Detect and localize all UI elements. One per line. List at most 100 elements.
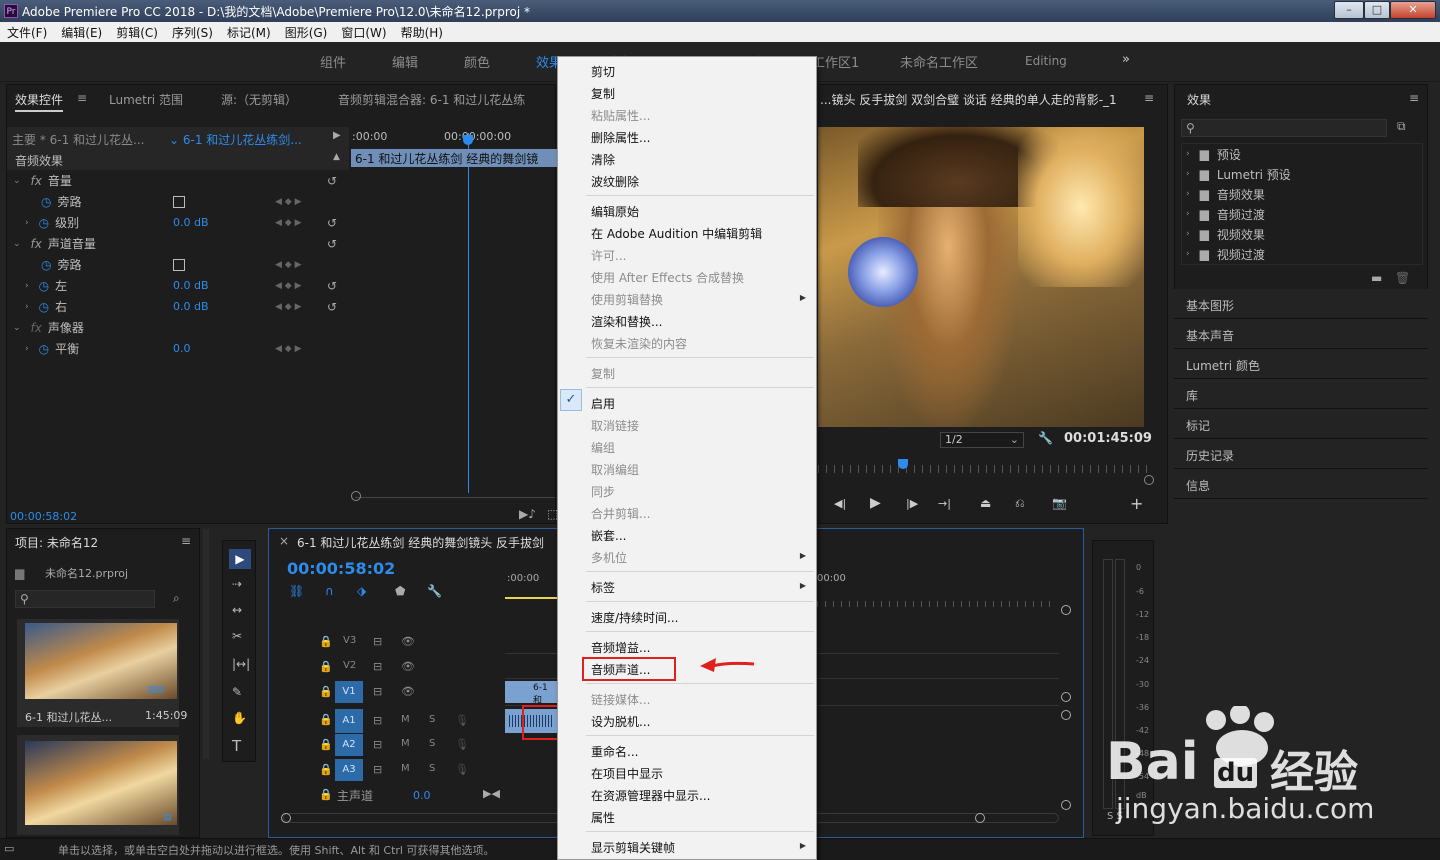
program-timecode[interactable]: 00:01:45:09: [1064, 431, 1152, 446]
reset-icon[interactable]: ↺: [327, 174, 337, 188]
lock-icon[interactable]: 🔒: [319, 788, 333, 801]
tab-effect-controls[interactable]: 效果控件: [15, 91, 64, 112]
track-label-a1[interactable]: A1: [335, 709, 363, 733]
track-label-v2[interactable]: V2: [343, 660, 356, 671]
track-label-v1[interactable]: V1: [335, 681, 363, 703]
ec-timecode[interactable]: 00:00:58:02: [10, 510, 77, 523]
master-track-value[interactable]: 0.0: [413, 789, 431, 802]
ec-playhead[interactable]: [468, 133, 469, 493]
solo-button[interactable]: S: [429, 714, 435, 725]
timeline-v-scroll-mid2[interactable]: [1061, 710, 1071, 720]
pen-tool-icon[interactable]: ✎: [232, 685, 242, 699]
sync-lock-icon[interactable]: ⊟: [373, 763, 382, 776]
panel-lumetri-color[interactable]: Lumetri 颜色: [1174, 349, 1428, 379]
menu-file[interactable]: 文件(F): [0, 24, 54, 41]
bypass-checkbox[interactable]: [173, 258, 185, 271]
nest-icon[interactable]: ⛓: [289, 584, 304, 598]
context-menu-item[interactable]: 在资源管理器中显示...: [591, 787, 710, 804]
lock-icon[interactable]: 🔒: [319, 685, 333, 698]
context-menu-item[interactable]: 渲染和替换...: [591, 313, 662, 330]
lock-icon[interactable]: 🔒: [319, 660, 333, 673]
menu-sequence[interactable]: 序列(S): [165, 24, 220, 41]
keyframe-nav-icon[interactable]: ◀ ◆ ▶: [275, 218, 302, 228]
expand-chevron-icon[interactable]: ›: [25, 344, 29, 354]
context-menu-item[interactable]: 在 Adobe Audition 中编辑剪辑: [591, 225, 762, 242]
mic-icon[interactable]: 🎙: [455, 763, 469, 776]
panel-essential-graphics[interactable]: 基本图形: [1174, 289, 1428, 319]
context-menu-item[interactable]: 清除: [591, 151, 615, 168]
hand-tool-icon[interactable]: ✋: [232, 711, 247, 725]
collapse-icon[interactable]: ▲: [333, 152, 340, 162]
ripple-edit-tool-icon[interactable]: ↔: [232, 603, 242, 617]
context-menu-item[interactable]: 音频增益...: [591, 639, 650, 656]
program-scroll-handle[interactable]: [1144, 475, 1154, 485]
track-label-a3[interactable]: A3: [335, 759, 363, 781]
context-menu-item[interactable]: 标签: [591, 579, 615, 596]
work-area-bar[interactable]: [505, 597, 557, 599]
param-row-level[interactable]: › ◷ 级别 0.0 dB ◀ ◆ ▶ ↺: [7, 212, 347, 233]
step-forward-icon[interactable]: |▶: [906, 497, 918, 510]
menu-help[interactable]: 帮助(H): [394, 24, 450, 41]
context-menu-item[interactable]: 在项目中显示: [591, 765, 663, 782]
param-row-bypass[interactable]: ◷ 旁路 ◀ ◆ ▶: [7, 191, 347, 212]
find-icon[interactable]: ⌕: [173, 591, 180, 606]
keyframe-nav-icon[interactable]: ◀ ◆ ▶: [275, 281, 302, 291]
extract-icon[interactable]: ⎌: [1015, 496, 1025, 511]
clip-dropdown[interactable]: ⌄ 6-1 和过儿花丛练剑...: [169, 131, 302, 148]
tab-lumetri-scopes[interactable]: Lumetri 范围: [109, 91, 183, 108]
stopwatch-icon[interactable]: ◷: [39, 279, 49, 293]
track-select-tool-icon[interactable]: ⇢: [232, 577, 242, 591]
lock-icon[interactable]: 🔒: [319, 635, 333, 648]
menu-window[interactable]: 窗口(W): [334, 24, 393, 41]
expand-chevron-icon[interactable]: ⌄: [13, 176, 21, 186]
effect-row-channel-volume[interactable]: ⌄ fx 声道音量 ↺: [7, 233, 347, 254]
reset-icon[interactable]: ↺: [327, 216, 337, 230]
param-row-right[interactable]: › ◷ 右 0.0 dB ◀ ◆ ▶ ↺: [7, 296, 347, 317]
workspace-tab-editing[interactable]: 编辑: [392, 52, 418, 71]
effects-item-audio-effects[interactable]: › ▆ 音频效果: [1182, 184, 1426, 204]
menu-edit[interactable]: 编辑(E): [54, 24, 109, 41]
context-menu-item[interactable]: 波纹删除: [591, 173, 639, 190]
trash-icon[interactable]: 🗑: [1395, 271, 1410, 285]
lock-icon[interactable]: 🔒: [319, 713, 333, 726]
resolution-dropdown[interactable]: 1/2 ⌄: [940, 432, 1024, 448]
menu-marker[interactable]: 标记(M): [220, 24, 278, 41]
effect-row-volume[interactable]: ⌄ fx 音量 ↺: [7, 170, 347, 191]
timeline-h-scroll-right[interactable]: [975, 813, 985, 823]
project-clip-item-2[interactable]: ▤: [17, 735, 179, 835]
project-search-input[interactable]: ⚲: [15, 590, 155, 608]
track-label-a2[interactable]: A2: [335, 734, 363, 756]
sync-lock-icon[interactable]: ⊟: [373, 738, 382, 751]
timeline-tab[interactable]: 6-1 和过儿花丛练剑 经典的舞剑镜头 反手拔剑: [297, 534, 557, 551]
menu-clip[interactable]: 剪辑(C): [109, 24, 165, 41]
reset-icon[interactable]: ↺: [327, 279, 337, 293]
timeline-v-scroll-bottom[interactable]: [1061, 800, 1071, 810]
type-tool-icon[interactable]: T: [232, 737, 241, 755]
program-video-frame[interactable]: [818, 127, 1144, 427]
mute-button[interactable]: M: [401, 738, 410, 749]
selection-tool-icon[interactable]: ▶: [229, 549, 251, 569]
panel-history[interactable]: 历史记录: [1174, 439, 1428, 469]
bypass-checkbox[interactable]: [173, 195, 185, 208]
sync-lock-icon[interactable]: ⊟: [373, 660, 382, 673]
ec-playhead-handle[interactable]: [463, 135, 473, 145]
master-clip-label[interactable]: 主要 * 6-1 和过儿花丛...: [12, 131, 145, 148]
export-frame-icon[interactable]: 📷: [1052, 496, 1067, 510]
reset-icon[interactable]: ↺: [327, 300, 337, 314]
sync-lock-icon[interactable]: ⊟: [373, 685, 382, 698]
effects-item-video-transitions[interactable]: › ▆ 视频过渡: [1182, 244, 1426, 264]
program-ruler[interactable]: [818, 465, 1148, 473]
solo-button[interactable]: S: [429, 738, 435, 749]
add-button-icon[interactable]: +: [1130, 494, 1143, 513]
expand-chevron-icon[interactable]: ›: [25, 218, 29, 228]
panel-essential-sound[interactable]: 基本声音: [1174, 319, 1428, 349]
keyframe-nav-icon[interactable]: ◀ ◆ ▶: [275, 344, 302, 354]
snap-icon[interactable]: ∩: [325, 584, 334, 598]
project-scrollbar[interactable]: [203, 529, 209, 759]
mic-icon[interactable]: 🎙: [455, 714, 469, 727]
keyframe-nav-icon[interactable]: ◀ ◆ ▶: [275, 260, 302, 270]
panel-menu-icon[interactable]: ≡: [1144, 91, 1154, 105]
timeline-v-scroll-top[interactable]: [1061, 605, 1071, 615]
ec-scroll-handle[interactable]: [351, 491, 361, 501]
param-value-left[interactable]: 0.0 dB: [173, 279, 209, 292]
